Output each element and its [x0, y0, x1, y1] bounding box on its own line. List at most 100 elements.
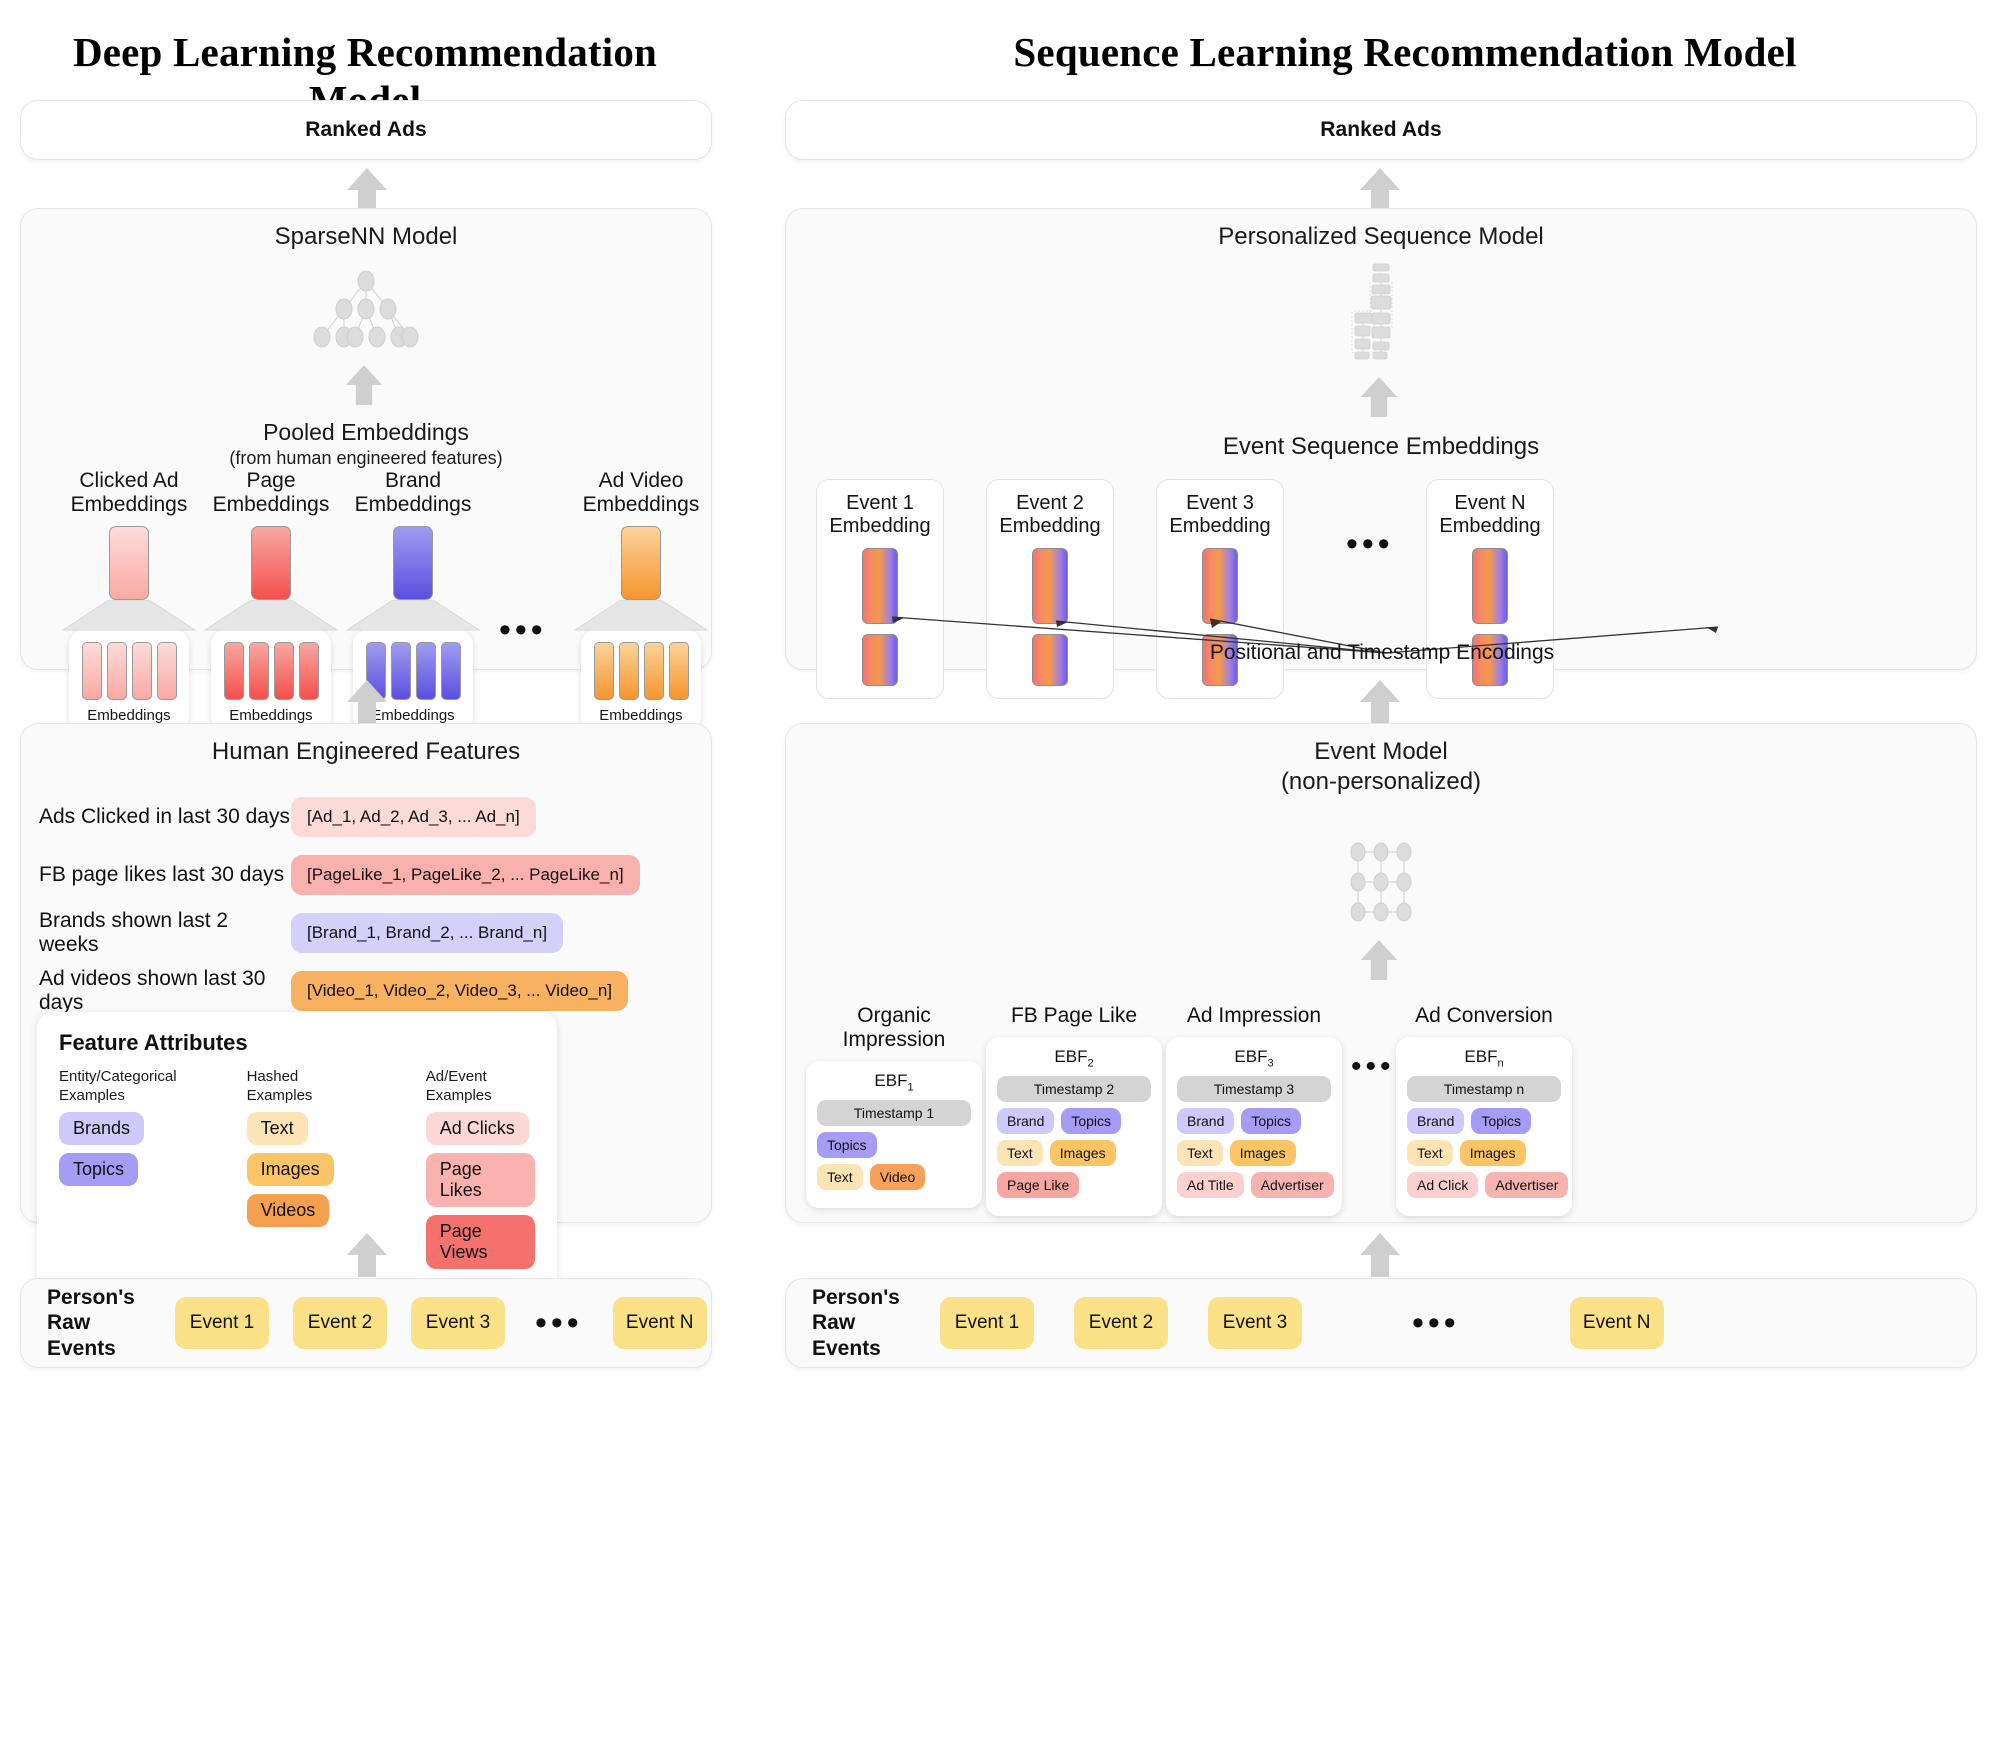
embedding-vector	[415, 642, 436, 701]
ebf-tag-row: Ad Title Advertiser	[1177, 1172, 1334, 1199]
feature-attribute-column-header: Ad/Event Examples	[425, 1068, 492, 1104]
ebf-tag: Ad Title	[1177, 1172, 1244, 1199]
hef-row-value: [PageLike_1, PageLike_2, ... PageLike_n]	[291, 855, 640, 895]
event-embedding-caption: Event 3 Embedding	[1169, 492, 1271, 537]
embeddings-box-label: Embeddings	[87, 707, 171, 725]
raw-event-chip[interactable]: Event 2	[293, 1297, 387, 1349]
arrow-up-icon	[1358, 166, 1402, 214]
feature-attribute-column: Entity/Categorical Examples Brands Topics	[59, 1068, 177, 1277]
embedding-column: Clicked Ad Embeddings Embeddings	[49, 469, 209, 733]
raw-event-chip[interactable]: Event 1	[940, 1297, 1034, 1349]
ebf-column-header: FB Page Like	[1010, 1004, 1138, 1027]
ebf-tag-row: Text Images	[1177, 1140, 1331, 1167]
embedding-column-caption: Page Embeddings	[212, 469, 330, 516]
arrow-up-icon	[1359, 375, 1403, 423]
raw-event-chip[interactable]: Event 2	[1074, 1297, 1168, 1349]
event-cards-ellipsis: •••	[1346, 525, 1394, 563]
hef-rows: Ads Clicked in last 30 days [Ad_1, Ad_2, …	[39, 788, 711, 1020]
hef-row: Brands shown last 2 weeks [Brand_1, Brand…	[39, 904, 711, 962]
embedding-vector	[618, 642, 639, 701]
ebf-column: FB Page Like EBF2 Timestamp 2 Brand Topics Te…	[986, 1004, 1162, 1217]
ebf-column-header: Ad Impression	[1186, 1004, 1322, 1027]
feature-attribute-column: Hashed Examples Text Images Videos	[246, 1068, 356, 1277]
left-raw-events-list: Event 1 Event 2 Event 3 ••• Event N	[175, 1297, 707, 1349]
ebf-tag: Text	[1407, 1140, 1453, 1167]
sparsenn-title: SparseNN Model	[274, 223, 458, 250]
feature-attribute-tag: Images	[246, 1152, 334, 1186]
embedding-vectors	[591, 642, 691, 701]
hef-row-label: Ads Clicked in last 30 days	[39, 805, 290, 828]
ebf-ellipsis: •••	[1351, 1050, 1395, 1083]
ebf-tag-row: Text Images	[1407, 1140, 1561, 1167]
feature-attribute-tag: Text	[246, 1111, 308, 1145]
raw-event-chip[interactable]: Event N	[612, 1297, 707, 1349]
ebf-tag: Topics	[1061, 1108, 1122, 1135]
feature-attribute-column: Ad/Event Examples Ad Clicks Page Likes Page…	[425, 1068, 535, 1277]
embedding-vector	[390, 642, 411, 701]
arrow-up-icon	[1358, 1231, 1402, 1279]
feature-attribute-tag: Page Likes	[425, 1152, 535, 1207]
neural-net-icon	[286, 269, 446, 359]
feature-attribute-tag: Page Views	[425, 1214, 535, 1269]
ebf-tag: Topics	[817, 1132, 877, 1159]
ebf-card: EBF1 Timestamp 1 Topics Text Video	[806, 1061, 982, 1209]
ebf-tag: Images	[1049, 1140, 1116, 1167]
pooled-embeddings-title: Pooled Embeddings	[263, 419, 469, 445]
ebf-tag: Topics	[1471, 1108, 1532, 1135]
pooled-embeddings-subtitle: (from human engineered features)	[229, 448, 503, 468]
ebf-tag: Text	[1177, 1140, 1223, 1167]
ebf-card-name: EBFn	[1464, 1047, 1504, 1070]
feature-attribute-column-header: Hashed Examples	[246, 1068, 313, 1104]
hef-row-label: Ad videos shown last 30 days	[39, 967, 266, 1014]
event-embedding-caption: Event N Embedding	[1439, 492, 1541, 537]
embedding-vector	[223, 642, 244, 701]
sequence-model-title: Personalized Sequence Model	[1218, 223, 1544, 250]
hef-row-value: [Video_1, Video_2, Video_3, ... Video_n]	[291, 971, 629, 1011]
embedding-vectors	[79, 642, 179, 701]
feature-attribute-tag: Topics	[59, 1152, 139, 1186]
raw-event-chip[interactable]: Event 3	[1208, 1297, 1302, 1349]
human-engineered-features-panel: Human Engineered Features Ads Clicked in…	[20, 723, 712, 1297]
ebf-card-name: EBF2	[1054, 1047, 1094, 1070]
ebf-tag-row: Timestamp 3	[1177, 1076, 1331, 1103]
feature-attributes-columns: Entity/Categorical Examples Brands Topics H…	[59, 1068, 535, 1277]
embedding-column-caption: Clicked Ad Embeddings	[70, 469, 188, 516]
embedding-columns: Clicked Ad Embeddings Embeddings Page Embe…	[21, 469, 711, 733]
hef-row-label: Brands shown last 2 weeks	[39, 909, 229, 956]
embedding-vector	[593, 642, 614, 701]
raw-event-chip[interactable]: Event 1	[175, 1297, 269, 1349]
left-ranked-ads-box: Ranked Ads	[20, 100, 712, 160]
ebf-tag: Brand	[1407, 1108, 1465, 1135]
event-embedding-caption: Event 1 Embedding	[829, 492, 931, 537]
feature-attribute-column-header: Entity/Categorical Examples	[59, 1068, 177, 1104]
left-raw-events-panel: Person's Raw Events Event 1 Event 2 Event …	[20, 1278, 712, 1368]
feature-attributes-title: Feature Attributes	[59, 1030, 248, 1055]
ebf-tag-row: Text Images	[997, 1140, 1151, 1167]
arrow-up-icon	[344, 363, 388, 411]
embeddings-box: Embeddings	[69, 630, 189, 733]
ebf-tag: Timestamp 2	[997, 1076, 1151, 1103]
embedding-column: Ad Video Embeddings Embeddings	[561, 469, 721, 733]
arrow-up-icon	[345, 166, 389, 214]
ebf-tag: Topics	[1241, 1108, 1302, 1135]
ebf-column: Ad Conversion EBFn Timestamp n Brand Topics T…	[1396, 1004, 1572, 1217]
embedding-vector	[156, 642, 177, 701]
ebf-tag: Images	[1459, 1140, 1526, 1167]
ebf-tag-row: Brand Topics	[1407, 1108, 1561, 1135]
embedding-vector	[81, 642, 102, 701]
raw-event-chip[interactable]: Event N	[1569, 1297, 1664, 1349]
ebf-tag-row: Text Video	[817, 1164, 971, 1191]
raw-events-ellipsis: •••	[535, 1304, 583, 1342]
ebf-card: EBF3 Timestamp 3 Brand Topics Text Images Ad T…	[1166, 1037, 1342, 1217]
embedding-vector	[106, 642, 127, 701]
event-model-title: Event Model	[1314, 738, 1448, 765]
ebf-tag: Timestamp 1	[817, 1100, 971, 1127]
embedding-vectors	[221, 642, 321, 701]
right-title: Sequence Learning Recommendation Model	[1013, 29, 1797, 75]
funnel-icon	[61, 600, 197, 631]
pooled-embedding-bar	[393, 526, 433, 601]
embedding-column: Page Embeddings Embeddings	[191, 469, 351, 733]
raw-event-chip[interactable]: Event 3	[411, 1297, 505, 1349]
ebf-card: EBF2 Timestamp 2 Brand Topics Text Images Page…	[986, 1037, 1162, 1217]
hef-title: Human Engineered Features	[211, 738, 521, 765]
